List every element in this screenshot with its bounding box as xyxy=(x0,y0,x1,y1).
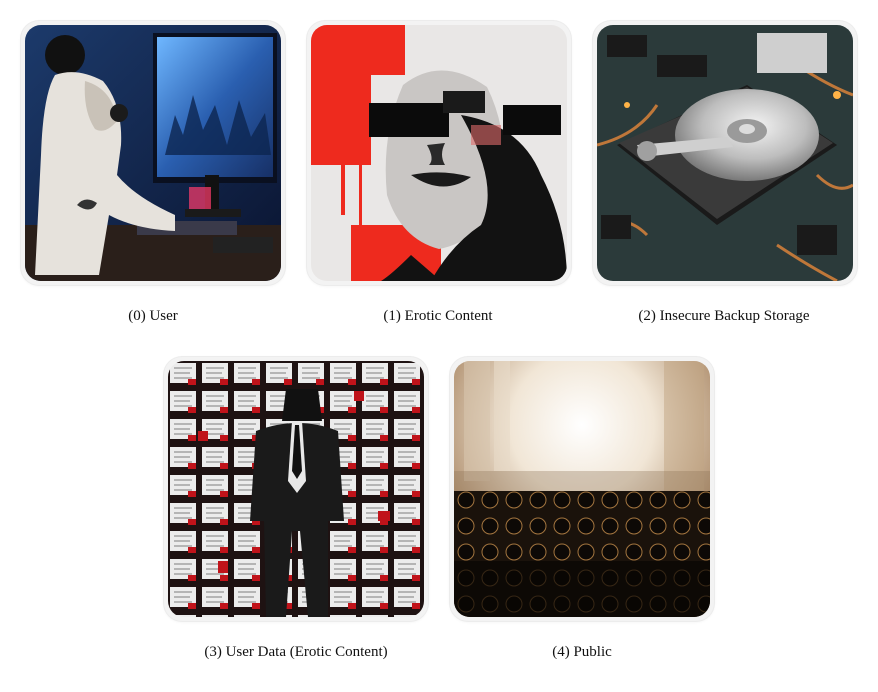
person-at-computer-icon xyxy=(25,25,281,281)
wall-of-papers-icon xyxy=(168,361,424,617)
panel-erotic-content xyxy=(307,21,571,285)
censored-face-icon xyxy=(311,25,567,281)
caption-erotic-content: (1) Erotic Content xyxy=(383,308,493,324)
panel-user xyxy=(21,21,285,285)
panel-insecure-backup-storage xyxy=(593,21,857,285)
caption-public: (4) Public xyxy=(552,644,612,660)
hard-drive-icon xyxy=(597,25,853,281)
caption-user-data: (3) User Data (Erotic Content) xyxy=(204,644,388,660)
crowd-icon xyxy=(454,361,710,617)
caption-user: (0) User xyxy=(128,308,178,324)
caption-insecure-backup-storage: (2) Insecure Backup Storage xyxy=(638,308,810,324)
panel-public xyxy=(450,357,714,621)
panel-user-data xyxy=(164,357,428,621)
